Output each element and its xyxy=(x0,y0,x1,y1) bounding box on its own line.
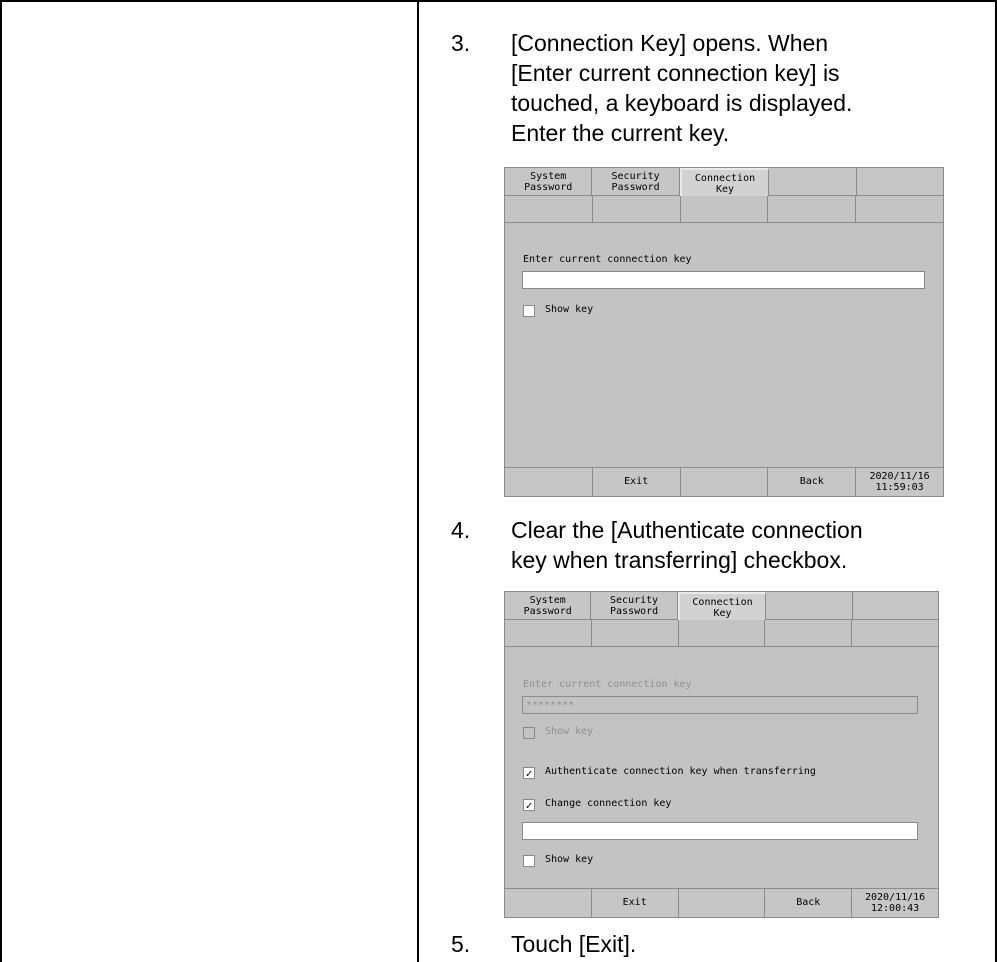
sub-tab[interactable] xyxy=(505,196,593,222)
exit-button[interactable]: Exit xyxy=(591,889,679,917)
change-connection-key-checkbox[interactable]: ✓ xyxy=(523,799,535,812)
datetime-display: 2020/11/16 12:00:43 xyxy=(852,889,938,917)
tab-connection-key[interactable]: Connection Key xyxy=(679,168,770,196)
connection-key-screen-2: System Password Security Password Connec… xyxy=(504,591,939,918)
step-3-line: touched, a keyboard is displayed. xyxy=(511,90,853,116)
sub-tab[interactable] xyxy=(765,620,853,646)
tab-empty[interactable] xyxy=(852,592,938,620)
step-3-line: [Enter current connection key] is xyxy=(511,60,840,86)
new-key-input[interactable] xyxy=(522,822,918,840)
step-5-text: Touch [Exit]. xyxy=(511,929,991,959)
connection-key-screen-1: System Password Security Password Connec… xyxy=(504,167,944,497)
sub-tab[interactable] xyxy=(591,620,679,646)
sub-tab[interactable] xyxy=(852,620,938,646)
step-4-text: Clear the [Authenticate connection key w… xyxy=(511,515,991,575)
footer-bar: Exit Back 2020/11/16 11:59:03 xyxy=(505,467,943,496)
step-3-line: Enter the current key. xyxy=(511,120,730,146)
sub-tab[interactable] xyxy=(768,196,857,222)
tab-system-password[interactable]: System Password xyxy=(505,592,592,620)
exit-button[interactable]: Exit xyxy=(592,468,681,496)
tab-bar: System Password Security Password Connec… xyxy=(505,592,938,620)
footer-empty-button[interactable] xyxy=(505,889,592,917)
table-top-border xyxy=(0,0,997,2)
back-button[interactable]: Back xyxy=(765,889,853,917)
sub-tab[interactable] xyxy=(678,620,766,646)
show-key-checkbox[interactable] xyxy=(523,855,535,867)
step-5-line: Touch [Exit]. xyxy=(511,931,637,957)
footer-empty-button[interactable] xyxy=(678,889,766,917)
show-key-label: Show key xyxy=(545,854,594,865)
current-key-label: Enter current connection key xyxy=(523,254,692,265)
tab-security-password[interactable]: Security Password xyxy=(591,592,678,620)
current-key-input[interactable]: ******** xyxy=(522,696,918,714)
show-key-checkbox-disabled[interactable] xyxy=(523,727,535,739)
step-3-line: [Connection Key] opens. When xyxy=(511,30,829,56)
tab-security-password[interactable]: Security Password xyxy=(592,168,680,196)
sub-tab[interactable] xyxy=(505,620,592,646)
tab-empty[interactable] xyxy=(856,168,943,196)
step-4-line: key when transferring] checkbox. xyxy=(511,547,848,573)
tab-bar: System Password Security Password Connec… xyxy=(505,168,943,196)
step-4-number: 4. xyxy=(451,517,471,543)
show-key-label: Show key xyxy=(545,304,594,315)
authenticate-connection-key-checkbox[interactable]: ✓ xyxy=(523,767,535,780)
sub-tab[interactable] xyxy=(856,196,943,222)
tab-connection-key[interactable]: Connection Key xyxy=(677,592,767,620)
show-key-label: Show key xyxy=(545,726,594,737)
sub-tab[interactable] xyxy=(680,196,769,222)
tab-empty[interactable] xyxy=(766,592,853,620)
tab-system-password[interactable]: System Password xyxy=(505,168,593,196)
footer-empty-button[interactable] xyxy=(680,468,769,496)
sub-tab-bar xyxy=(505,196,943,223)
sub-tab-bar xyxy=(505,620,938,647)
footer-bar: Exit Back 2020/11/16 12:00:43 xyxy=(505,888,938,917)
current-key-label: Enter current connection key xyxy=(523,679,692,690)
table-left-border xyxy=(0,0,2,962)
step-3-number: 3. xyxy=(451,30,471,56)
step-4-line: Clear the [Authenticate connection xyxy=(511,517,863,543)
datetime-display: 2020/11/16 11:59:03 xyxy=(856,468,943,496)
current-key-input[interactable] xyxy=(522,271,925,289)
step-5-number: 5. xyxy=(451,931,471,957)
table-column-divider xyxy=(417,0,419,962)
authenticate-connection-key-label: Authenticate connection key when transfe… xyxy=(545,766,816,777)
tab-empty[interactable] xyxy=(769,168,857,196)
show-key-checkbox[interactable] xyxy=(523,305,535,317)
step-3-text: [Connection Key] opens. When [Enter curr… xyxy=(511,28,991,148)
footer-empty-button[interactable] xyxy=(505,468,593,496)
back-button[interactable]: Back xyxy=(768,468,857,496)
change-connection-key-label: Change connection key xyxy=(545,798,672,809)
sub-tab[interactable] xyxy=(592,196,681,222)
